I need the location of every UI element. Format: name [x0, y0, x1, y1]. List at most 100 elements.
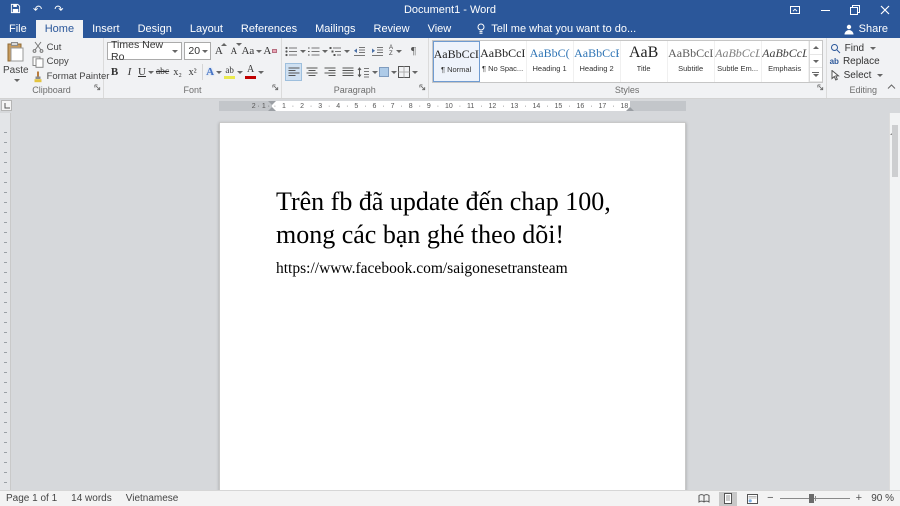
clear-formatting-glyph: A [263, 45, 271, 57]
hanging-indent-marker[interactable] [268, 107, 276, 111]
zoom-in-button[interactable]: + [856, 493, 862, 504]
clear-formatting-button[interactable]: A [262, 42, 278, 60]
cut-button[interactable]: Cut [32, 41, 110, 54]
font-dialog-launcher[interactable] [272, 78, 279, 96]
read-mode-button[interactable] [695, 492, 713, 506]
text-highlight-button[interactable]: ab [223, 63, 244, 81]
copy-button[interactable]: Copy [32, 55, 110, 68]
find-button[interactable]: Find [830, 42, 897, 55]
dropdown-icon [300, 50, 306, 53]
style-heading1[interactable]: AaBbC( Heading 1 [527, 41, 574, 82]
bullets-button[interactable] [285, 42, 306, 60]
underline-button[interactable]: U [137, 63, 155, 81]
justify-button[interactable] [339, 63, 356, 81]
tab-mailings[interactable]: Mailings [306, 20, 364, 38]
style-emphasis[interactable]: AaBbCcL Emphasis [762, 41, 809, 82]
zoom-out-button[interactable]: − [767, 493, 773, 504]
zoom-slider[interactable] [780, 494, 850, 503]
document-page[interactable]: Trên fb đã update đến chap 100, mong các… [219, 122, 686, 490]
align-left-button[interactable] [285, 63, 302, 81]
up-arrow-icon [813, 46, 819, 49]
subscript-button[interactable]: x₂ [170, 63, 185, 81]
minimize-button[interactable] [810, 0, 840, 20]
styles-scroll-down-button[interactable] [810, 55, 822, 69]
save-button[interactable] [10, 3, 21, 17]
replace-button[interactable]: ab Replace [830, 55, 897, 68]
title-bar: ↶ ↷ Document1 - Word [0, 0, 900, 20]
style-normal[interactable]: AaBbCcI ¶ Normal [433, 41, 480, 82]
tab-review[interactable]: Review [365, 20, 419, 38]
tab-view[interactable]: View [419, 20, 461, 38]
style-subtitle[interactable]: AaBbCcL Subtitle [668, 41, 715, 82]
superscript-button[interactable]: x² [185, 63, 200, 81]
align-center-button[interactable] [303, 63, 320, 81]
zoom-slider-thumb[interactable] [809, 494, 814, 503]
cursor-icon [830, 70, 840, 81]
close-button[interactable] [870, 0, 900, 20]
borders-button[interactable] [398, 63, 418, 81]
text-effects-button[interactable]: A [205, 63, 223, 81]
share-button[interactable]: Share [844, 20, 900, 38]
clipboard-dialog-launcher[interactable] [94, 78, 101, 96]
numbering-icon [307, 46, 320, 57]
first-line-indent-marker[interactable] [268, 101, 276, 105]
tab-home[interactable]: Home [36, 20, 83, 38]
increase-indent-button[interactable] [369, 42, 386, 60]
align-right-icon [324, 67, 336, 77]
lightbulb-icon [476, 23, 486, 35]
italic-button[interactable]: I [122, 63, 137, 81]
styles-dialog-launcher[interactable] [817, 78, 824, 96]
line-spacing-button[interactable] [357, 63, 378, 81]
style-preview: AaBbCcI [434, 46, 479, 62]
numbering-button[interactable] [307, 42, 328, 60]
vertical-scrollbar[interactable] [889, 113, 900, 490]
word-count[interactable]: 14 words [71, 493, 112, 504]
strikethrough-button[interactable]: abc [155, 63, 170, 81]
tell-me-box[interactable]: Tell me what you want to do... [476, 20, 636, 38]
undo-button[interactable]: ↶ [33, 5, 42, 16]
dropdown-icon [372, 71, 378, 74]
tab-layout[interactable]: Layout [181, 20, 232, 38]
change-case-button[interactable]: Aa [241, 42, 262, 60]
tab-design[interactable]: Design [129, 20, 181, 38]
bold-button[interactable]: B [107, 63, 122, 81]
paste-button[interactable]: Paste [3, 40, 29, 84]
redo-button[interactable]: ↷ [54, 5, 63, 16]
collapse-ribbon-button[interactable] [887, 77, 896, 95]
page-count[interactable]: Page 1 of 1 [6, 493, 57, 504]
style-no-spacing[interactable]: AaBbCcI ¶ No Spac... [480, 41, 527, 82]
ribbon-display-options-button[interactable] [780, 0, 810, 20]
shading-button[interactable] [379, 63, 397, 81]
sort-button[interactable]: AZ [387, 42, 404, 60]
style-name: Subtle Em... [717, 64, 758, 73]
grow-font-button[interactable]: A [211, 42, 226, 60]
shading-icon [379, 67, 389, 77]
style-heading2[interactable]: AaBbCcE Heading 2 [574, 41, 621, 82]
tab-stop-selector[interactable] [1, 100, 12, 111]
language-indicator[interactable]: Vietnamese [126, 493, 179, 504]
style-subtle-emphasis[interactable]: AaBbCcL Subtle Em... [715, 41, 762, 82]
restore-button[interactable] [840, 0, 870, 20]
styles-scroll-up-button[interactable] [810, 41, 822, 55]
zoom-level[interactable]: 90 % [868, 493, 894, 504]
tab-file[interactable]: File [0, 20, 36, 38]
tab-references[interactable]: References [232, 20, 306, 38]
dropdown-icon [870, 47, 876, 50]
print-layout-button[interactable] [719, 492, 737, 506]
tab-insert[interactable]: Insert [83, 20, 129, 38]
shrink-font-button[interactable]: A [226, 42, 241, 60]
align-right-button[interactable] [321, 63, 338, 81]
paragraph-dialog-launcher[interactable] [419, 78, 426, 96]
scrollbar-thumb[interactable] [892, 125, 898, 177]
decrease-indent-button[interactable] [351, 42, 368, 60]
web-layout-button[interactable] [743, 492, 761, 506]
font-size-combo[interactable]: 20 [184, 42, 211, 60]
font-name-combo[interactable]: Times New Ro [107, 42, 182, 60]
font-color-button[interactable]: A [244, 63, 265, 81]
multilevel-list-button[interactable] [329, 42, 350, 60]
style-title[interactable]: AaB Title [621, 41, 668, 82]
save-icon [10, 3, 21, 14]
zoom-slider-notch [815, 496, 816, 501]
show-formatting-marks-button[interactable]: ¶ [405, 42, 422, 60]
right-indent-marker[interactable] [626, 107, 634, 111]
